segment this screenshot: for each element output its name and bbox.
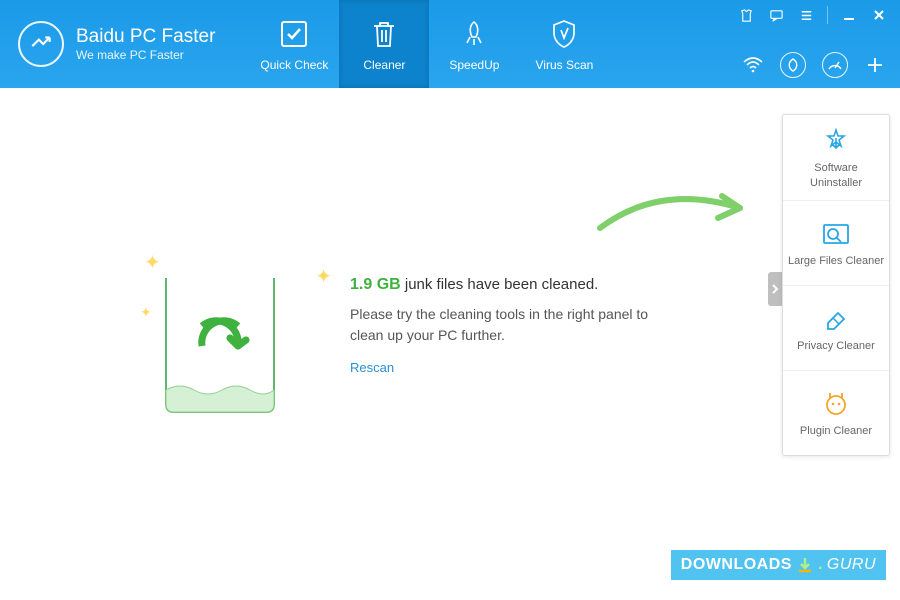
wifi-icon[interactable] <box>742 54 764 76</box>
eraser-icon <box>821 303 851 333</box>
browser-icon[interactable] <box>780 52 806 78</box>
nav-speedup[interactable]: SpeedUp <box>429 0 519 88</box>
sparkle-icon: ✦ <box>140 304 152 321</box>
rocket-icon <box>456 16 492 52</box>
app-title: Baidu PC Faster <box>76 26 215 48</box>
hint-arrow-icon <box>590 178 770 263</box>
close-button[interactable] <box>870 6 888 24</box>
add-tool-icon[interactable] <box>864 54 886 76</box>
tool-privacy-cleaner[interactable]: Privacy Cleaner <box>783 285 889 370</box>
nav-quick-check[interactable]: Quick Check <box>249 0 339 88</box>
main-nav: Quick Check Cleaner SpeedUp Virus Scan <box>249 0 609 88</box>
headline-suffix: junk files have been cleaned. <box>405 276 598 293</box>
main-content: ✦ ✦ ✦ 1.9 GB junk files have been cleane… <box>0 88 900 600</box>
watermark-badge: DOWNLOADS . GURU <box>671 550 886 580</box>
divider <box>827 6 828 24</box>
tool-large-files-cleaner[interactable]: Large Files Cleaner <box>783 200 889 285</box>
result-text-area: 1.9 GB junk files have been cleaned. Ple… <box>350 276 680 375</box>
result-headline: 1.9 GB junk files have been cleaned. <box>350 276 680 294</box>
app-tagline: We make PC Faster <box>76 48 215 62</box>
minimize-button[interactable] <box>840 6 858 24</box>
watermark-left: DOWNLOADS <box>681 556 792 574</box>
tshirt-icon[interactable] <box>737 6 755 24</box>
trash-icon <box>366 16 402 52</box>
header-tools <box>742 52 886 78</box>
large-files-icon <box>821 218 851 248</box>
tool-software-uninstaller[interactable]: Software Uninstaller <box>783 115 889 200</box>
plugin-icon <box>821 388 851 418</box>
nav-cleaner[interactable]: Cleaner <box>339 0 429 88</box>
tools-panel: Software Uninstaller Large Files Cleaner… <box>782 114 890 456</box>
checkbox-icon <box>276 16 312 52</box>
feedback-icon[interactable] <box>767 6 785 24</box>
uninstaller-icon <box>821 125 851 155</box>
watermark-right: GURU <box>827 556 876 574</box>
app-logo-icon <box>18 21 64 67</box>
shield-icon <box>546 16 582 52</box>
logo-area: Baidu PC Faster We make PC Faster <box>0 0 239 88</box>
download-icon <box>796 556 814 574</box>
nav-virus-scan[interactable]: Virus Scan <box>519 0 609 88</box>
speed-gauge-icon[interactable] <box>822 52 848 78</box>
result-hint: Please try the cleaning tools in the rig… <box>350 304 680 346</box>
jar-illustration: ✦ ✦ ✦ <box>150 256 320 436</box>
tool-plugin-cleaner[interactable]: Plugin Cleaner <box>783 370 889 455</box>
cleaned-size: 1.9 GB <box>350 276 401 293</box>
window-controls <box>737 6 888 24</box>
panel-collapse-handle[interactable] <box>768 272 782 306</box>
rescan-link[interactable]: Rescan <box>350 360 680 375</box>
sparkle-icon: ✦ <box>144 250 161 275</box>
app-header: Baidu PC Faster We make PC Faster Quick … <box>0 0 900 88</box>
sparkle-icon: ✦ <box>315 264 332 289</box>
menu-icon[interactable] <box>797 6 815 24</box>
